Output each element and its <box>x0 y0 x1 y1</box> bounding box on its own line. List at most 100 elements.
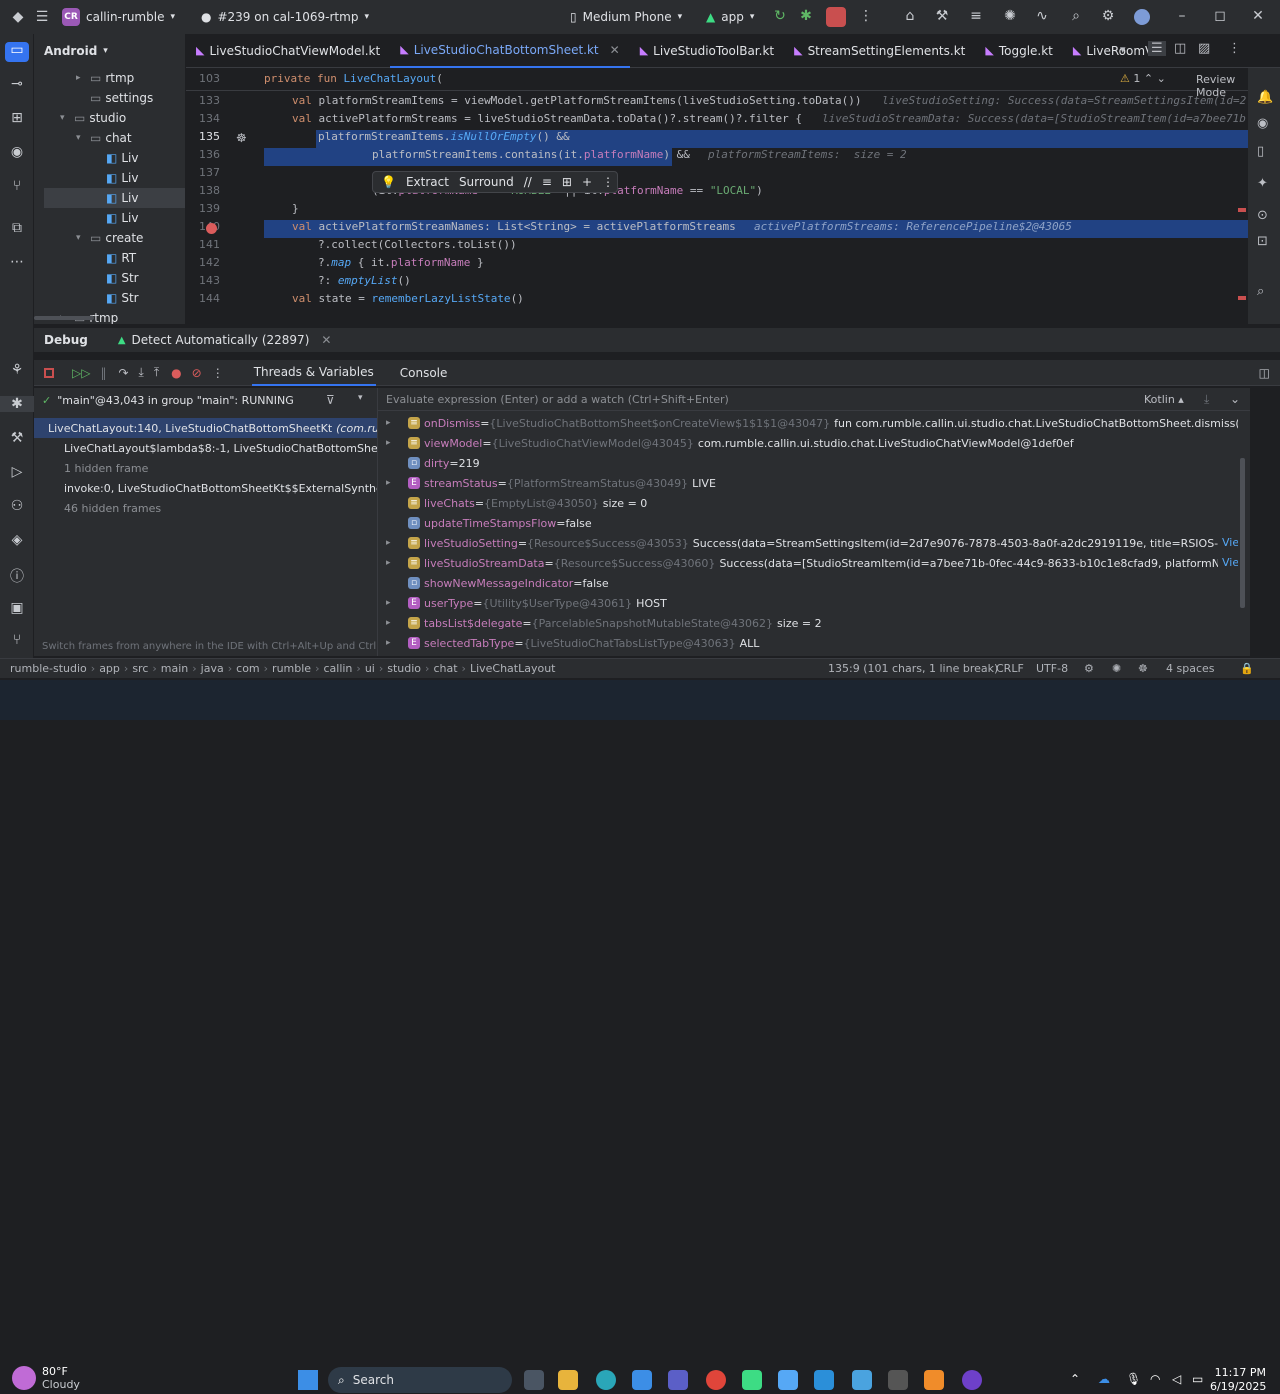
emulator-icon[interactable]: ⊙ <box>1257 208 1268 223</box>
extract-action[interactable]: Extract <box>406 175 449 189</box>
variable-row[interactable]: ▸ ≡ viewModel = {LiveStudioChatViewModel@4… <box>386 433 1074 453</box>
breadcrumb-item[interactable]: LiveChatLayout <box>470 662 556 675</box>
chevron-right-icon[interactable]: ▸ <box>386 438 408 448</box>
maximize-icon[interactable]: ◻ <box>1208 8 1232 24</box>
device-mirror-icon[interactable]: ⧉ <box>0 220 34 236</box>
line-number[interactable]: 133 <box>186 94 220 107</box>
code-editor[interactable]: 103 private fun LiveChatLayout( ⚠ 1 ⌃ ⌄ … <box>186 68 1248 324</box>
taskbar-search[interactable]: ⌕ Search <box>328 1367 512 1393</box>
breakpoint-icon[interactable] <box>206 223 217 234</box>
android-studio-logo-icon[interactable]: ◆ <box>6 9 30 25</box>
breadcrumb-item[interactable]: java <box>201 662 224 675</box>
task-view-icon[interactable] <box>524 1370 544 1390</box>
editor-more-icon[interactable]: ⋮ <box>1228 41 1241 56</box>
rerun-icon[interactable]: ↻ <box>768 8 792 24</box>
sublime-icon[interactable] <box>924 1370 944 1390</box>
minimize-icon[interactable]: – <box>1170 8 1194 24</box>
chevron-right-icon[interactable]: ▸ <box>386 618 408 628</box>
memory-icon[interactable]: ✺ <box>1112 662 1121 675</box>
tree-item[interactable]: ◧ Liv <box>92 208 138 228</box>
device-tool-icon[interactable]: ▯ <box>1257 144 1264 159</box>
tab-3[interactable]: ◣ StreamSettingElements.kt <box>784 34 975 68</box>
breadcrumb-item[interactable]: chat <box>433 662 457 675</box>
chrome-icon[interactable] <box>706 1370 726 1390</box>
layout-inspector-icon[interactable]: ⚒ <box>930 8 954 24</box>
gemini-icon[interactable]: ✦ <box>1257 176 1268 191</box>
weather-widget[interactable]: 80°F Cloudy <box>12 1365 80 1391</box>
filter-icon[interactable]: ⊽ <box>326 393 335 407</box>
chevron-down-icon[interactable]: ▾ <box>76 233 90 243</box>
wifi-icon[interactable]: ◠ <box>1150 1372 1160 1386</box>
store-icon[interactable] <box>632 1370 652 1390</box>
avatar[interactable] <box>1134 9 1150 25</box>
tray-chevron-icon[interactable]: ⌃ <box>1070 1372 1080 1386</box>
more-actions-icon[interactable]: ⋮ <box>854 8 878 24</box>
problems-icon[interactable]: ⓘ <box>0 566 34 586</box>
project-scrollbar[interactable] <box>34 316 94 320</box>
inspection-icon[interactable]: ⚙ <box>1084 662 1094 675</box>
notepad-icon[interactable] <box>852 1370 872 1390</box>
tree-item[interactable]: ▸▭rtmp <box>76 68 134 88</box>
device-selector[interactable]: ▯ Medium Phone ▾ <box>570 10 682 24</box>
tree-item[interactable]: ▭ settings <box>76 88 153 108</box>
chevron-right-icon[interactable]: ▸ <box>76 73 90 83</box>
cursor-position[interactable]: 135:9 (101 chars, 1 line break) <box>828 662 998 675</box>
tree-item[interactable]: ▾ ▭ create <box>76 228 143 248</box>
breadcrumb-item[interactable]: app <box>99 662 120 675</box>
main-menu-icon[interactable]: ☰ <box>30 9 54 25</box>
line-number[interactable]: 141 <box>186 238 220 251</box>
stack-frame[interactable]: 1 hidden frame <box>34 458 377 478</box>
search-icon[interactable]: ⌕ <box>1064 8 1088 24</box>
close-tab-icon[interactable]: ✕ <box>610 43 620 57</box>
breadcrumb-item[interactable]: main <box>161 662 188 675</box>
breadcrumb-item[interactable]: rumble <box>272 662 311 675</box>
chevron-right-icon[interactable]: ▸ <box>386 418 408 428</box>
tree-item[interactable]: ◧ RT <box>92 248 136 268</box>
design-view-icon[interactable]: ▨ <box>1198 41 1210 56</box>
split-view-icon[interactable]: ◫ <box>1174 41 1186 56</box>
debug-tool-icon[interactable]: ✱ <box>0 396 34 412</box>
tree-item[interactable]: ◧ Liv <box>92 148 138 168</box>
android-studio-2-icon[interactable] <box>778 1370 798 1390</box>
line-number[interactable]: 142 <box>186 256 220 269</box>
problems-indicator[interactable]: ⚠ 1 ⌃ ⌄ <box>1120 72 1166 85</box>
tree-item[interactable]: ◧ Liv <box>44 188 185 208</box>
logcat-icon[interactable]: ⚘ <box>0 362 34 378</box>
variable-row[interactable]: ▸ ≡ tabsList$delegate = {ParcelableSnapsho… <box>386 613 822 633</box>
thread-selector[interactable]: ✓ "main"@43,043 in group "main": RUNNING <box>42 390 294 410</box>
teams-icon[interactable] <box>668 1370 688 1390</box>
variable-row[interactable]: ▸ EuserType = {Utility$UserType@43061} HOS… <box>386 593 667 613</box>
more-icon[interactable]: ⋮ <box>602 175 614 189</box>
tab-console[interactable]: Console <box>400 366 448 380</box>
indent-setting[interactable]: 4 spaces <box>1166 662 1215 675</box>
view-breakpoints-icon[interactable]: ● <box>171 366 181 380</box>
variable-row[interactable]: ▫ updateTimeStampsFlow = false <box>386 513 592 533</box>
vscode-icon[interactable] <box>814 1370 834 1390</box>
debug-session-tab[interactable]: ▲ Detect Automatically (22897) ✕ <box>118 333 332 347</box>
project-selector[interactable]: CR callin-rumble ▾ <box>62 8 175 26</box>
view-link[interactable]: View <box>1218 556 1238 569</box>
close-icon[interactable]: ✕ <box>1246 8 1270 24</box>
debug-more-icon[interactable]: ⋮ <box>212 366 224 380</box>
stack-frame[interactable]: LiveChatLayout:140, LiveStudioChatBottom… <box>34 418 377 438</box>
tree-item[interactable]: ▾ ▭ chat <box>76 128 132 148</box>
microphone-icon[interactable]: 🎙 <box>1126 1372 1141 1386</box>
tree-item[interactable]: ◧ Str <box>92 288 139 308</box>
tree-item[interactable]: ◧ Liv <box>92 168 138 188</box>
line-number[interactable]: 137 <box>186 166 220 179</box>
onedrive-icon[interactable]: ☁ <box>1098 1372 1110 1386</box>
terminal-app-icon[interactable] <box>888 1370 908 1390</box>
tab-2[interactable]: ◣ LiveStudioToolBar.kt <box>630 34 784 68</box>
code-view-icon[interactable]: ☰ <box>1148 41 1166 56</box>
line-number[interactable]: 134 <box>186 112 220 125</box>
chevron-down-icon[interactable]: ▾ <box>60 113 74 123</box>
branch-selector[interactable]: ● #239 on cal-1069-rtmp ▾ <box>201 10 369 24</box>
android-studio-taskbar-icon[interactable] <box>742 1370 762 1390</box>
mute-breakpoints-icon[interactable]: ⊘ <box>192 366 202 380</box>
variable-row[interactable]: ▸ ≡ liveStudioStreamData = {Resource$Succe… <box>386 553 1238 573</box>
resume-icon[interactable]: ▷▷ <box>72 366 90 380</box>
step-over-icon[interactable]: ↷ <box>118 366 128 380</box>
tab-1[interactable]: ◣ LiveStudioChatBottomSheet.kt ✕ <box>390 34 630 68</box>
debug-icon[interactable]: ✱ <box>794 8 818 24</box>
add-icon[interactable]: + <box>582 175 592 189</box>
